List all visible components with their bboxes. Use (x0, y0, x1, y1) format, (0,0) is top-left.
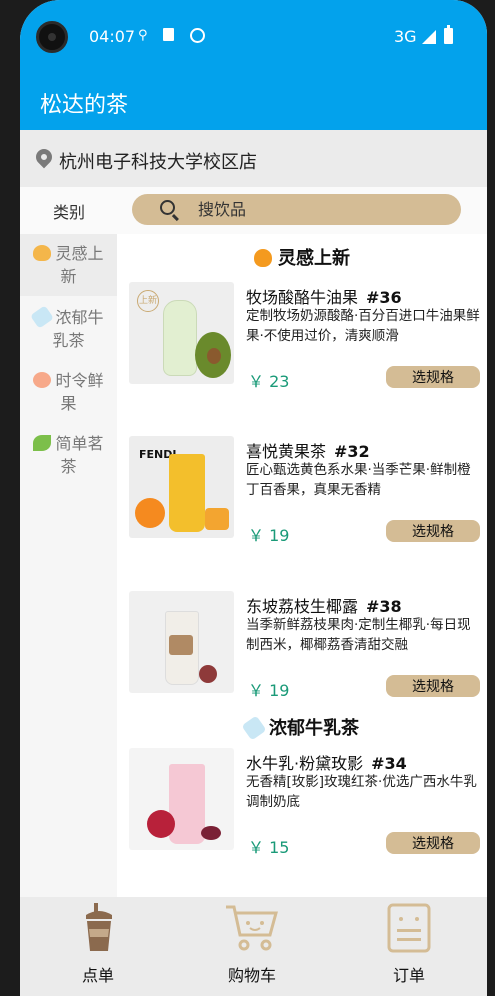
sidebar-item-seasonal-fruit[interactable]: 时令鲜 果 (20, 369, 117, 419)
product-name-text: 喜悦黄果茶 (246, 442, 327, 461)
product-card[interactable]: 上新 牧场酸酪牛油果 #36 定制牧场奶源酸酪·百分百进口牛油果鲜果·不使用过价，… (117, 282, 487, 392)
order-list-icon (387, 903, 431, 953)
peach-emoji-icon (33, 372, 52, 388)
status-bar: 04:07 ⚲ 3G (20, 0, 487, 72)
bottom-navigation: 点单 购物车 订单 (20, 897, 487, 996)
product-number: #34 (371, 754, 407, 773)
seedling-emoji-icon (33, 435, 52, 451)
product-number: #32 (334, 442, 370, 461)
product-name: 牧场酸酪牛油果 #36 (246, 284, 402, 308)
avocado-seed (207, 348, 221, 364)
sidebar-item-milk-tea[interactable]: 浓郁牛 乳茶 (20, 305, 117, 356)
cart-icon (226, 905, 278, 951)
orange-heart-emoji-icon (254, 249, 272, 267)
nav-order[interactable]: 点单 (38, 897, 158, 996)
category-sidebar: 灵感上 新 浓郁牛 乳茶 时令鲜 果 简单茗 茶 (20, 234, 117, 897)
section-title: 浓郁牛乳茶 (269, 718, 359, 739)
sidebar-item-simple-tea[interactable]: 简单茗 茶 (20, 432, 117, 482)
product-name: 水牛乳·粉黛玫影 #34 (246, 750, 407, 774)
product-card[interactable]: 东坡荔枝生椰露 #38 当季新鲜荔枝果肉·定制生椰乳·每日现制西米，椰椰荔香清甜交… (117, 591, 487, 701)
sidebar-item-label: 果 (60, 394, 77, 413)
section-title: 灵感上新 (278, 248, 350, 269)
sidebar-item-label: 新 (60, 267, 77, 286)
product-image (129, 591, 234, 693)
cup-label (169, 635, 193, 655)
mango-cubes (205, 508, 229, 530)
product-name-text: 东坡荔枝生椰露 (246, 597, 359, 616)
choose-spec-button[interactable]: 选规格 (386, 675, 480, 697)
product-card[interactable]: FENDI 喜悦黄果茶 #32 匠心甄选黄色系水果·当季芒果·鲜制橙丁百香果，真果… (117, 436, 487, 546)
yellow-drink-cup (169, 454, 205, 532)
status-time: 04:07 (89, 27, 136, 46)
sidebar-item-inspiration[interactable]: 灵感上 新 (20, 234, 117, 296)
search-bar[interactable] (132, 194, 461, 225)
search-icon (160, 200, 175, 215)
app-bar: 松达的茶 (20, 72, 487, 130)
section-header-milk-tea: 浓郁牛乳茶 (117, 714, 487, 741)
shop-selector[interactable]: 杭州电子科技大学校区店 (20, 130, 487, 187)
sidebar-item-label: 简单茗 (55, 434, 104, 453)
tea-cup-icon (86, 903, 112, 951)
categories-title: 类别 (53, 203, 86, 222)
location-pin-icon (32, 145, 56, 169)
nav-orders[interactable]: 订单 (349, 897, 469, 996)
search-input[interactable] (198, 200, 438, 219)
product-description: 匠心甄选黄色系水果·当季芒果·鲜制橙丁百香果，真果无香精 (246, 462, 471, 498)
product-description: 无香精[玫影]玫瑰红茶·优选广西水牛乳调制奶底 (246, 774, 477, 810)
product-price: ￥ 19 (248, 526, 290, 545)
product-number: #38 (366, 597, 402, 616)
product-card[interactable]: 水牛乳·粉黛玫影 #34 无香精[玫影]玫瑰红茶·优选广西水牛乳调制奶底 ￥ 15… (117, 748, 487, 858)
sd-card-icon (163, 28, 174, 41)
battery-icon (444, 25, 453, 44)
phone-frame: 04:07 ⚲ 3G 松达的茶 杭州电子科技大学校区店 类别 灵感上 新 浓郁牛… (0, 0, 495, 996)
nav-cart[interactable]: 购物车 (192, 897, 312, 996)
nav-label: 购物车 (227, 966, 276, 985)
product-name-text: 牧场酸酪牛油果 (246, 288, 359, 307)
nav-label: 订单 (392, 966, 425, 985)
product-description: 定制牧场奶源酸酪·百分百进口牛油果鲜果·不使用过价，清爽顺滑 (246, 308, 480, 344)
avocado-drink-bottle (163, 300, 197, 376)
shop-name: 杭州电子科技大学校区店 (59, 152, 257, 173)
product-name: 喜悦黄果茶 #32 (246, 438, 370, 462)
section-header-inspiration: 灵感上新 (117, 244, 487, 270)
sidebar-item-label: 乳茶 (52, 331, 85, 350)
orange-slice (135, 498, 165, 528)
nav-label: 点单 (81, 966, 114, 985)
sidebar-item-label: 茶 (60, 457, 77, 476)
baby-bottle-emoji-icon (30, 305, 55, 329)
product-price: ￥ 15 (248, 838, 290, 857)
product-image (129, 748, 234, 850)
screen: 04:07 ⚲ 3G 松达的茶 杭州电子科技大学校区店 类别 灵感上 新 浓郁牛… (20, 0, 487, 996)
heart-emoji-icon (33, 245, 52, 261)
data-saver-icon (190, 28, 205, 43)
product-price: ￥ 23 (248, 372, 290, 391)
camera-cutout (36, 21, 68, 53)
network-type: 3G (394, 27, 417, 46)
lychee-fruit (199, 665, 217, 683)
product-image: 上新 (129, 282, 234, 384)
signal-icon (422, 30, 436, 44)
app-title: 松达的茶 (40, 93, 129, 118)
baby-bottle-emoji-icon (241, 715, 267, 741)
category-search-row: 类别 (20, 187, 487, 234)
sidebar-item-label: 浓郁牛 (55, 308, 104, 327)
sidebar-item-label: 灵感上 (55, 244, 104, 263)
choose-spec-button[interactable]: 选规格 (386, 366, 480, 388)
sidebar-item-label: 时令鲜 (55, 371, 104, 390)
product-name: 东坡荔枝生椰露 #38 (246, 593, 402, 617)
product-image: FENDI (129, 436, 234, 538)
rose-petals (201, 826, 221, 840)
product-description: 当季新鲜荔枝果肉·定制生椰乳·每日现制西米，椰椰荔香清甜交融 (246, 617, 471, 653)
product-list: 灵感上新 上新 牧场酸酪牛油果 #36 定制牧场奶源酸酪·百分百进口牛油果鲜果·不… (117, 234, 487, 897)
usb-icon: ⚲ (138, 28, 148, 43)
product-number: #36 (366, 288, 402, 307)
choose-spec-button[interactable]: 选规格 (386, 832, 480, 854)
product-name-text: 水牛乳·粉黛玫影 (246, 754, 364, 773)
new-tag-stamp: 上新 (137, 290, 159, 312)
choose-spec-button[interactable]: 选规格 (386, 520, 480, 542)
rose-flower (147, 810, 175, 838)
pink-milk-tea-cup (169, 764, 205, 844)
product-price: ￥ 19 (248, 681, 290, 700)
